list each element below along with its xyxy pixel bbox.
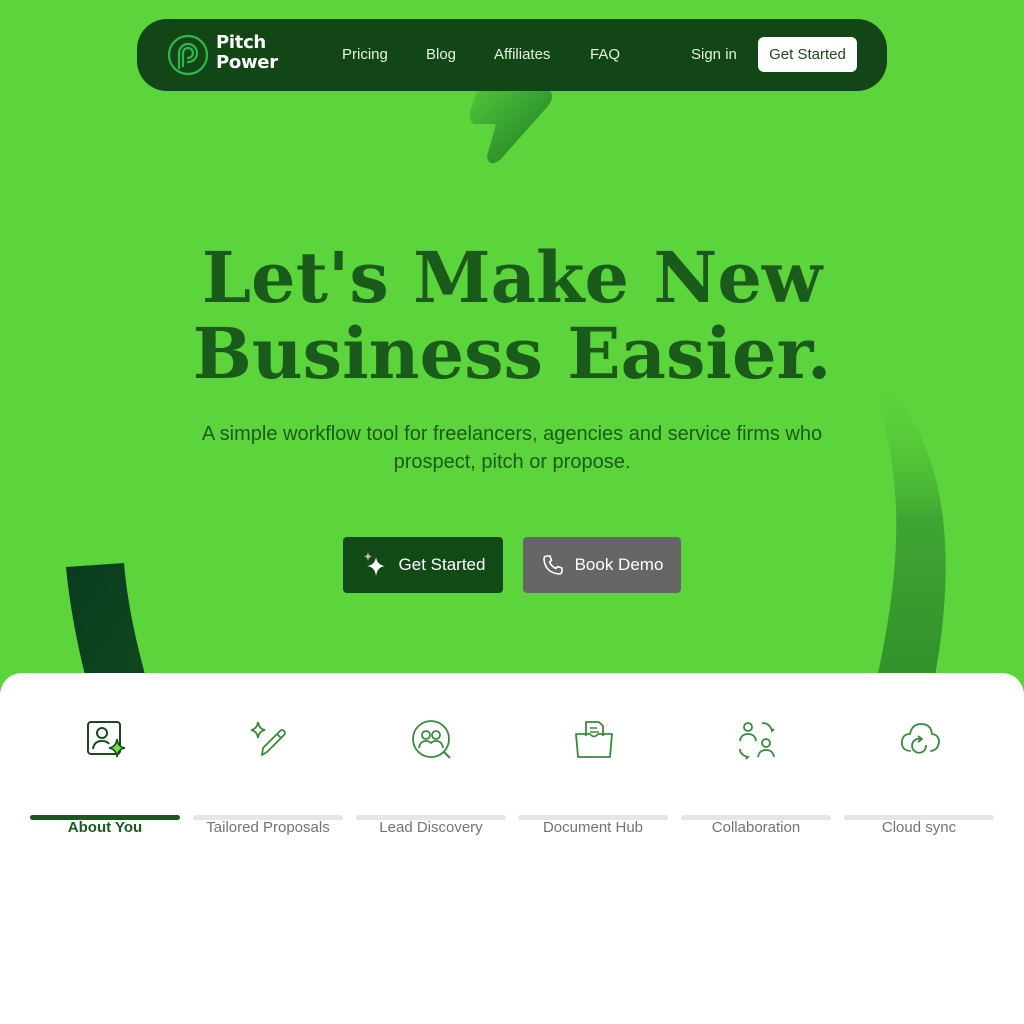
pencil-sparkle-icon bbox=[250, 721, 286, 756]
nav-link-pricing[interactable]: Pricing bbox=[342, 45, 388, 65]
features-panel: About You Tailored Proposals Lead Discov… bbox=[0, 673, 1024, 1024]
tab-lead-discovery-label: Lead Discovery bbox=[379, 819, 483, 836]
tab-tailored-proposals[interactable]: Tailored Proposals bbox=[193, 713, 343, 836]
get-started-nav-button[interactable]: Get Started bbox=[758, 37, 857, 72]
tab-document-hub-progress bbox=[518, 815, 668, 820]
document-tray-icon bbox=[575, 721, 613, 758]
sparkle-icon bbox=[363, 552, 385, 576]
nav-link-faq[interactable]: FAQ bbox=[590, 45, 620, 65]
hero-headline-line1: Let's Make New bbox=[201, 236, 823, 319]
brand-name-line2: Power bbox=[216, 52, 278, 73]
tab-about-you-progress bbox=[30, 815, 180, 820]
right-arc-shape bbox=[868, 372, 946, 700]
tab-lead-discovery-progress bbox=[356, 815, 506, 820]
nav-link-affiliates[interactable]: Affiliates bbox=[494, 45, 550, 65]
sign-in-link[interactable]: Sign in bbox=[691, 45, 737, 65]
lightning-bolt-shape bbox=[469, 88, 552, 164]
tab-about-you[interactable]: About You bbox=[30, 713, 180, 836]
tab-collaboration-label: Collaboration bbox=[711, 819, 801, 836]
cloud-sync-icon bbox=[901, 723, 940, 754]
tab-collaboration-progress bbox=[681, 815, 831, 820]
tab-tailored-proposals-label: Tailored Proposals bbox=[206, 819, 330, 836]
people-search-icon bbox=[412, 720, 451, 759]
tab-cloud-sync-progress bbox=[844, 815, 994, 820]
brand-name[interactable]: Pitch Power bbox=[216, 33, 278, 73]
get-started-label: Get Started bbox=[398, 555, 486, 574]
tab-cloud-sync[interactable]: Cloud sync bbox=[844, 713, 994, 836]
collaboration-icon bbox=[739, 722, 775, 760]
tab-lead-discovery[interactable]: Lead Discovery bbox=[356, 713, 506, 836]
phone-icon bbox=[542, 555, 563, 575]
hero-headline: Let's Make New Business Easier. bbox=[0, 240, 1024, 392]
top-navbar: Pitch Power Pricing Blog Affiliates FAQ … bbox=[137, 19, 887, 91]
brand-name-line1: Pitch bbox=[216, 32, 266, 53]
tab-document-hub[interactable]: Document Hub bbox=[518, 713, 668, 836]
book-demo-label: Book Demo bbox=[574, 555, 664, 574]
tab-tailored-proposals-progress bbox=[193, 815, 343, 820]
tab-cloud-sync-label: Cloud sync bbox=[881, 819, 957, 836]
tab-about-you-label: About You bbox=[67, 819, 143, 836]
get-started-button[interactable]: Get Started bbox=[343, 537, 503, 593]
concentric-p-logo-icon[interactable] bbox=[167, 34, 209, 76]
tab-document-hub-label: Document Hub bbox=[542, 819, 644, 836]
hero-headline-line2: Business Easier. bbox=[192, 312, 832, 395]
tab-collaboration[interactable]: Collaboration bbox=[681, 713, 831, 836]
hero-section: Pitch Power Pricing Blog Affiliates FAQ … bbox=[0, 0, 1024, 700]
profile-sparkle-icon bbox=[87, 721, 126, 758]
book-demo-button[interactable]: Book Demo bbox=[523, 537, 681, 593]
nav-link-blog[interactable]: Blog bbox=[426, 45, 456, 65]
hero-subheading: A simple workflow tool for freelancers, … bbox=[201, 423, 823, 473]
